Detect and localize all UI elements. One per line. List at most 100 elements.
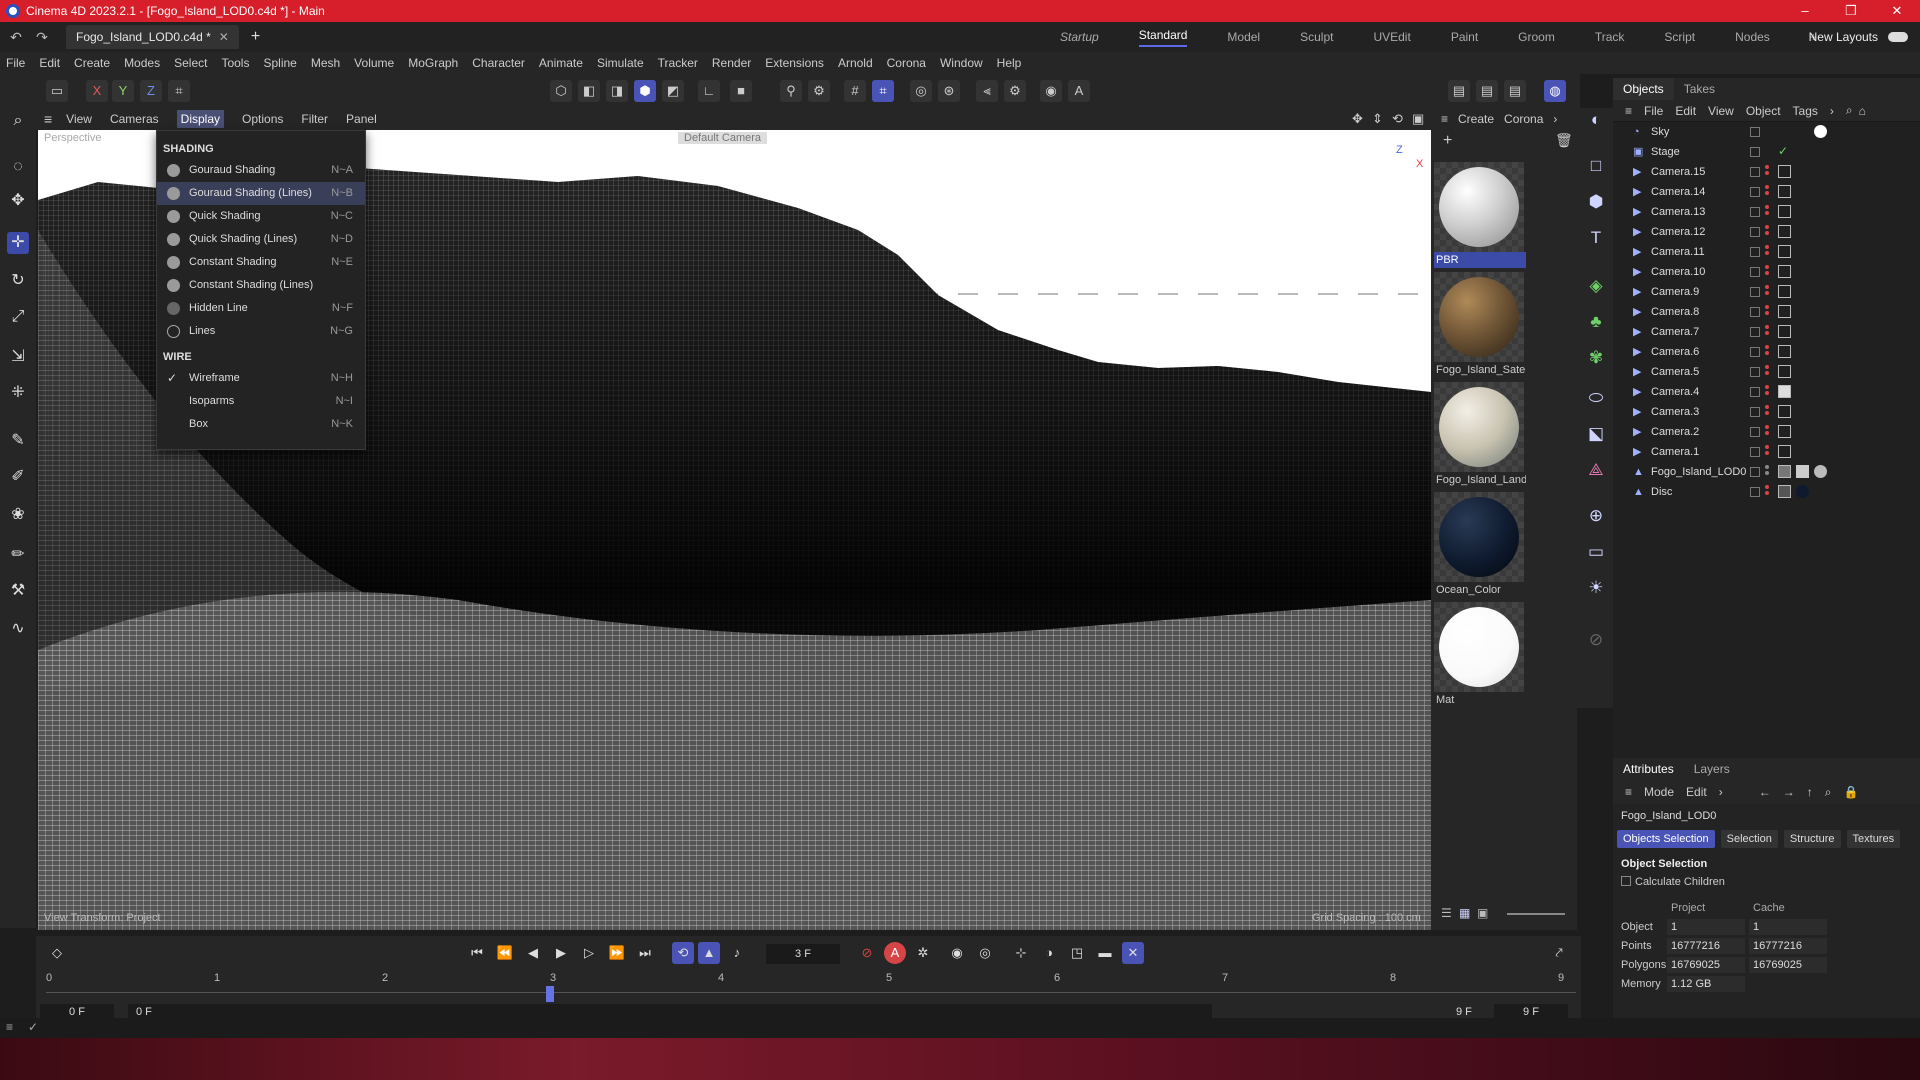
- previous-frame-icon[interactable]: ◀: [522, 942, 544, 964]
- render-view-icon[interactable]: ▤: [1448, 80, 1470, 102]
- visibility-checkbox[interactable]: [1750, 207, 1760, 217]
- render-dots-icon[interactable]: [1765, 325, 1769, 337]
- tab-layers[interactable]: Layers: [1684, 762, 1740, 776]
- menu-arnold[interactable]: Arnold: [838, 56, 873, 70]
- render-dots-icon[interactable]: [1765, 445, 1769, 457]
- visibility-checkbox[interactable]: [1750, 387, 1760, 397]
- layout-standard[interactable]: Standard: [1138, 28, 1188, 47]
- tab-takes[interactable]: Takes: [1674, 78, 1725, 100]
- layout-paint[interactable]: Paint: [1451, 30, 1478, 44]
- camera-tag-icon[interactable]: [1778, 405, 1791, 418]
- loop-icon[interactable]: ⟲: [672, 942, 694, 964]
- model-mode-icon[interactable]: ⬢: [634, 80, 656, 102]
- viewport-solo-icon[interactable]: ▭: [46, 80, 68, 102]
- menu-simulate[interactable]: Simulate: [597, 56, 644, 70]
- object-home-icon[interactable]: ⌂: [1859, 104, 1866, 118]
- autokey-icon[interactable]: A: [884, 942, 906, 964]
- transfer-tool-icon[interactable]: ⇲: [7, 346, 29, 368]
- camera-tag-icon[interactable]: [1778, 285, 1791, 298]
- interpolation-icon[interactable]: ✕: [1122, 942, 1144, 964]
- menu-render[interactable]: Render: [712, 56, 751, 70]
- close-tab-icon[interactable]: ✕: [219, 30, 229, 44]
- paint-brush-icon[interactable]: ✏: [7, 544, 29, 566]
- visibility-checkbox[interactable]: [1750, 427, 1760, 437]
- visibility-checkbox[interactable]: [1750, 227, 1760, 237]
- polygons-mode-icon[interactable]: ◨: [606, 80, 628, 102]
- object-row-camera-10[interactable]: ▶ Camera.10: [1613, 262, 1920, 282]
- up-arrow-icon[interactable]: ↑: [1807, 785, 1813, 799]
- object-row-camera-2[interactable]: ▶ Camera.2: [1613, 422, 1920, 442]
- menu-mograph[interactable]: MoGraph: [408, 56, 458, 70]
- material-fogo-island-land[interactable]: Fogo_Island_Land: [1434, 382, 1526, 488]
- layout-startup[interactable]: Startup: [1060, 30, 1099, 44]
- visibility-checkbox[interactable]: [1750, 287, 1760, 297]
- visibility-checkbox[interactable]: [1750, 447, 1760, 457]
- position-key-icon[interactable]: ◉: [946, 942, 968, 964]
- menu-item-quick-shading-lines[interactable]: Quick Shading (Lines) N~D: [157, 228, 365, 251]
- render-dots-icon[interactable]: [1765, 345, 1769, 357]
- camera-tag-icon[interactable]: [1778, 225, 1791, 238]
- viewport-menu-display[interactable]: Display: [176, 110, 225, 128]
- visibility-checkbox[interactable]: [1750, 487, 1760, 497]
- add-material-icon[interactable]: +: [1443, 132, 1452, 150]
- viewport-menu-panel[interactable]: Panel: [346, 112, 377, 126]
- render-dots-icon[interactable]: [1765, 265, 1769, 277]
- camera-chip[interactable]: Default Camera: [678, 132, 768, 144]
- viewport-maximize-icon[interactable]: ▣: [1412, 111, 1424, 127]
- playback-mode-icon[interactable]: ▲: [698, 942, 720, 964]
- x-axis-lock-button[interactable]: X: [86, 80, 108, 102]
- camera-tag-icon[interactable]: [1778, 445, 1791, 458]
- visibility-checkbox[interactable]: [1750, 367, 1760, 377]
- environment-object-icon[interactable]: ⊕: [1584, 504, 1608, 528]
- sound-icon[interactable]: ♪: [726, 942, 748, 964]
- render-dots-icon[interactable]: [1765, 425, 1769, 437]
- layout-sculpt[interactable]: Sculpt: [1300, 30, 1333, 44]
- camera-tag-active-icon[interactable]: [1778, 385, 1791, 398]
- status-check-icon[interactable]: ✓: [28, 1020, 38, 1034]
- undo-icon[interactable]: ↶: [6, 29, 26, 46]
- symmetry-settings-icon[interactable]: ⚙: [1004, 80, 1026, 102]
- arnold-icon[interactable]: A: [1068, 80, 1090, 102]
- go-to-start-icon[interactable]: ⏮: [466, 942, 488, 964]
- spline-sketch-icon[interactable]: ✐: [7, 466, 29, 488]
- placement-tool-icon[interactable]: ⁜: [7, 382, 29, 404]
- object-menu-object[interactable]: Object: [1746, 104, 1781, 118]
- lock-icon[interactable]: 🔒: [1843, 785, 1858, 799]
- render-dots-icon[interactable]: [1765, 245, 1769, 257]
- render-picture-viewer-icon[interactable]: ▤: [1476, 80, 1498, 102]
- deformer-object-icon[interactable]: ✾: [1584, 346, 1608, 370]
- object-hamburger-icon[interactable]: ≡: [1625, 104, 1632, 118]
- object-menu-view[interactable]: View: [1708, 104, 1734, 118]
- material-tag-icon[interactable]: [1814, 125, 1827, 138]
- camera-rig-icon[interactable]: ▭: [1584, 540, 1608, 564]
- viewport-orbit-icon[interactable]: ⟲: [1392, 111, 1403, 127]
- menu-character[interactable]: Character: [472, 56, 525, 70]
- uv-mode-icon[interactable]: ◩: [662, 80, 684, 102]
- camera-tag-icon[interactable]: [1778, 185, 1791, 198]
- render-dots-icon[interactable]: [1765, 385, 1769, 397]
- record-active-icon[interactable]: ⊘: [856, 942, 878, 964]
- texture-mode-icon[interactable]: ■: [730, 80, 752, 102]
- keyframe-icon[interactable]: ◇: [46, 942, 68, 964]
- menu-item-gouraud-shading-lines[interactable]: Gouraud Shading (Lines) N~B: [157, 182, 365, 205]
- z-axis-lock-button[interactable]: Z: [140, 80, 162, 102]
- cube-object-icon[interactable]: ⬢: [1584, 190, 1608, 214]
- tab-attributes[interactable]: Attributes: [1613, 762, 1684, 776]
- object-row-camera-4[interactable]: ▶ Camera.4: [1613, 382, 1920, 402]
- object-row-sky[interactable]: ◔ Sky: [1613, 122, 1920, 142]
- object-row-disc[interactable]: ▲ Disc: [1613, 482, 1920, 502]
- textures-button[interactable]: Textures: [1846, 830, 1901, 848]
- attribute-menu-mode[interactable]: Mode: [1644, 785, 1674, 799]
- menu-tools[interactable]: Tools: [221, 56, 249, 70]
- camera-tag-icon[interactable]: [1778, 205, 1791, 218]
- object-row-camera-9[interactable]: ▶ Camera.9: [1613, 282, 1920, 302]
- menu-modes[interactable]: Modes: [124, 56, 160, 70]
- enabled-check-icon[interactable]: ✓: [1778, 145, 1791, 158]
- texture-tag-icon[interactable]: [1778, 485, 1791, 498]
- menu-create[interactable]: Create: [74, 56, 110, 70]
- enable-axis-icon[interactable]: ⚲: [780, 80, 802, 102]
- close-button[interactable]: ✕: [1874, 0, 1920, 22]
- object-row-fogo-island-lod0[interactable]: ▲ Fogo_Island_LOD0: [1613, 462, 1920, 482]
- viewport-menu-filter[interactable]: Filter: [301, 112, 328, 126]
- soft-selection-icon[interactable]: ◎: [910, 80, 932, 102]
